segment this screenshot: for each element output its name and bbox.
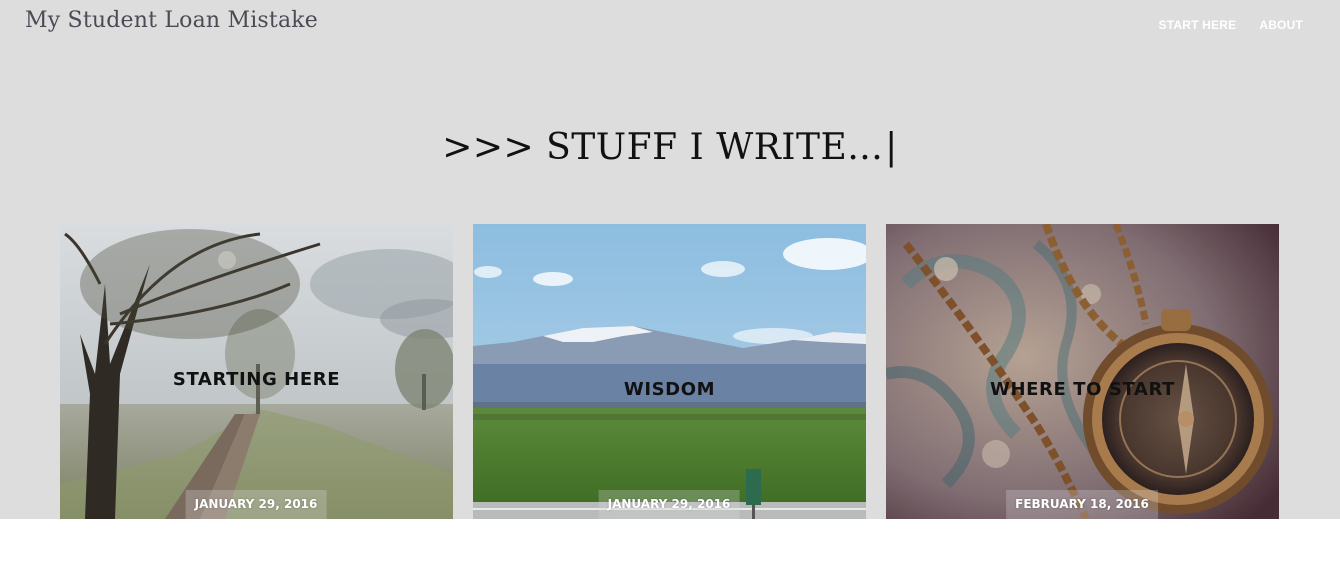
post-card-starting-here[interactable]: STARTING HERE JANUARY 29, 2016 <box>60 224 453 519</box>
nav-about[interactable]: ABOUT <box>1259 18 1303 32</box>
site-title-link[interactable]: My Student Loan Mistake <box>25 8 318 33</box>
section-heading: >>> STUFF I WRITE...| <box>0 124 1340 172</box>
post-date: FEBRUARY 18, 2016 <box>1006 490 1158 519</box>
post-title: WISDOM <box>623 379 716 400</box>
main-nav: START HERE ABOUT <box>1159 18 1303 32</box>
typing-cursor: | <box>885 127 898 168</box>
post-card-wisdom[interactable]: WISDOM JANUARY 29, 2016 <box>473 224 866 519</box>
post-title: STARTING HERE <box>172 369 341 390</box>
post-date: JANUARY 29, 2016 <box>598 490 740 519</box>
post-card-where-to-start[interactable]: WHERE TO START FEBRUARY 18, 2016 <box>886 224 1279 519</box>
page: My Student Loan Mistake START HERE ABOUT… <box>0 0 1340 584</box>
post-date: JANUARY 29, 2016 <box>185 490 327 519</box>
hero-section: My Student Loan Mistake START HERE ABOUT… <box>0 0 1340 519</box>
mountain-field-photo <box>473 224 866 519</box>
compass-chain-photo <box>886 224 1279 519</box>
nav-start-here[interactable]: START HERE <box>1159 18 1237 32</box>
post-title: WHERE TO START <box>990 379 1175 400</box>
section-heading-text: >>> STUFF I WRITE... <box>442 127 884 168</box>
